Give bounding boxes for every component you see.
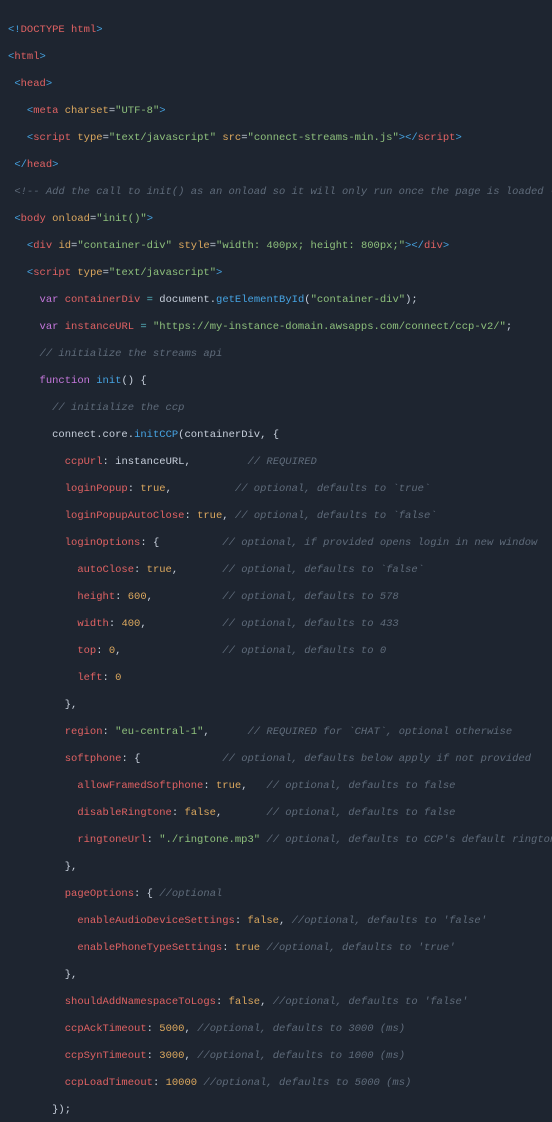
code-line: }, bbox=[8, 861, 544, 875]
code-line: // initialize the streams api bbox=[8, 348, 544, 362]
code-viewer: <!DOCTYPE html> <html> <head> <meta char… bbox=[0, 0, 552, 1122]
code-line: disableRingtone: false, // optional, def… bbox=[8, 807, 544, 821]
code-line: <head> bbox=[8, 78, 544, 92]
code-line: }, bbox=[8, 699, 544, 713]
code-line: var instanceURL = "https://my-instance-d… bbox=[8, 321, 544, 335]
code-line: loginPopupAutoClose: true, // optional, … bbox=[8, 510, 544, 524]
code-line: enableAudioDeviceSettings: false, //opti… bbox=[8, 915, 544, 929]
code-line: <!-- Add the call to init() as an onload… bbox=[8, 186, 544, 200]
code-line: connect.core.initCCP(containerDiv, { bbox=[8, 429, 544, 443]
code-line: var containerDiv = document.getElementBy… bbox=[8, 294, 544, 308]
code-line: loginPopup: true, // optional, defaults … bbox=[8, 483, 544, 497]
code-line: region: "eu-central-1", // REQUIRED for … bbox=[8, 726, 544, 740]
code-line: left: 0 bbox=[8, 672, 544, 686]
code-line: softphone: { // optional, defaults below… bbox=[8, 753, 544, 767]
code-line: shouldAddNamespaceToLogs: false, //optio… bbox=[8, 996, 544, 1010]
code-line: ccpSynTimeout: 3000, //optional, default… bbox=[8, 1050, 544, 1064]
code-line: enablePhoneTypeSettings: true //optional… bbox=[8, 942, 544, 956]
code-line: <body onload="init()"> bbox=[8, 213, 544, 227]
code-line: }); bbox=[8, 1104, 544, 1118]
code-line: function init() { bbox=[8, 375, 544, 389]
code-line: <script type="text/javascript"> bbox=[8, 267, 544, 281]
code-line: loginOptions: { // optional, if provided… bbox=[8, 537, 544, 551]
code-line: autoClose: true, // optional, defaults t… bbox=[8, 564, 544, 578]
code-line: // initialize the ccp bbox=[8, 402, 544, 416]
code-line: </head> bbox=[8, 159, 544, 173]
code-line: allowFramedSoftphone: true, // optional,… bbox=[8, 780, 544, 794]
code-line: <!DOCTYPE html> bbox=[8, 24, 544, 38]
code-line: ringtoneUrl: "./ringtone.mp3" // optiona… bbox=[8, 834, 544, 848]
code-line: top: 0, // optional, defaults to 0 bbox=[8, 645, 544, 659]
code-line: height: 600, // optional, defaults to 57… bbox=[8, 591, 544, 605]
code-line: <script type="text/javascript" src="conn… bbox=[8, 132, 544, 146]
code-line: <div id="container-div" style="width: 40… bbox=[8, 240, 544, 254]
code-line: ccpAckTimeout: 5000, //optional, default… bbox=[8, 1023, 544, 1037]
code-line: width: 400, // optional, defaults to 433 bbox=[8, 618, 544, 632]
code-line: pageOptions: { //optional bbox=[8, 888, 544, 902]
code-line: <html> bbox=[8, 51, 544, 65]
code-line: <meta charset="UTF-8"> bbox=[8, 105, 544, 119]
code-line: ccpLoadTimeout: 10000 //optional, defaul… bbox=[8, 1077, 544, 1091]
code-line: }, bbox=[8, 969, 544, 983]
code-line: ccpUrl: instanceURL, // REQUIRED bbox=[8, 456, 544, 470]
